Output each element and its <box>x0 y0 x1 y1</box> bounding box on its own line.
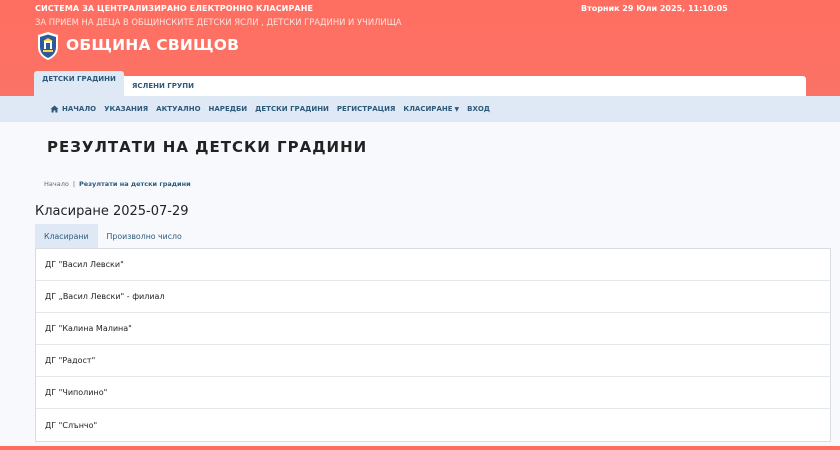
system-title: СИСТЕМА ЗА ЦЕНТРАЛИЗИРАНО ЕЛЕКТРОННО КЛА… <box>35 4 314 13</box>
nav-home-label: НАЧАЛО <box>62 105 97 113</box>
main-content: РЕЗУЛТАТИ НА ДЕТСКИ ГРАДИНИ Начало | Рез… <box>0 122 840 450</box>
home-icon <box>50 105 59 113</box>
kindergarten-item[interactable]: ДГ "Радост" <box>36 345 830 377</box>
nav-login[interactable]: ВХОД <box>467 105 490 113</box>
kindergarten-item[interactable]: ДГ "Чиполино" <box>36 377 830 409</box>
municipality-name[interactable]: ОБЩИНА СВИЩОВ <box>66 36 239 54</box>
main-navigation: НАЧАЛО УКАЗАНИЯ АКТУАЛНО НАРЕДБИ ДЕТСКИ … <box>0 96 840 122</box>
footer-accent-strip <box>0 446 840 450</box>
ranking-title: Класиране 2025-07-29 <box>35 204 189 219</box>
nav-home[interactable]: НАЧАЛО <box>50 105 96 113</box>
ranking-tabs: Класирани Произволно число <box>35 224 191 248</box>
site-header: СИСТЕМА ЗА ЦЕНТРАЛИЗИРАНО ЕЛЕКТРОННО КЛА… <box>0 0 840 96</box>
nav-news[interactable]: АКТУАЛНО <box>156 105 200 113</box>
tab-ranked[interactable]: Класирани <box>35 224 98 248</box>
current-datetime: Вторник 29 Юли 2025, 11:10:05 <box>581 4 728 13</box>
nav-instructions[interactable]: УКАЗАНИЯ <box>104 105 148 113</box>
page-title: РЕЗУЛТАТИ НА ДЕТСКИ ГРАДИНИ <box>47 138 368 156</box>
nav-kindergartens[interactable]: ДЕТСКИ ГРАДИНИ <box>255 105 329 113</box>
breadcrumb: Начало | Резултати на детски градини <box>44 180 191 188</box>
tab-kindergartens[interactable]: ДЕТСКИ ГРАДИНИ <box>34 71 124 96</box>
kindergarten-item[interactable]: ДГ "Слънчо" <box>36 409 830 441</box>
tab-random-number[interactable]: Произволно число <box>98 224 191 248</box>
breadcrumb-separator: | <box>72 180 76 188</box>
kindergarten-list: ДГ "Васил Левски" ДГ „Васил Левски" - фи… <box>35 248 831 442</box>
breadcrumb-home[interactable]: Начало <box>44 180 69 188</box>
kindergarten-item[interactable]: ДГ "Калина Малина" <box>36 313 830 345</box>
kindergarten-item[interactable]: ДГ "Васил Левски" <box>36 249 830 281</box>
nav-registration[interactable]: РЕГИСТРАЦИЯ <box>337 105 395 113</box>
tab-nursery-groups[interactable]: ЯСЛЕНИ ГРУПИ <box>122 76 204 96</box>
municipality-crest-icon[interactable] <box>36 32 60 60</box>
section-tabs: ДЕТСКИ ГРАДИНИ ЯСЛЕНИ ГРУПИ <box>34 71 806 96</box>
nav-ranking-dropdown[interactable]: КЛАСИРАНЕ ▼ <box>403 105 459 113</box>
caret-down-icon: ▼ <box>454 105 460 113</box>
breadcrumb-current: Резултати на детски градини <box>79 180 191 188</box>
system-subtitle: ЗА ПРИЕМ НА ДЕЦА В ОБЩИНСКИТЕ ДЕТСКИ ЯСЛ… <box>35 17 402 27</box>
nav-regulations[interactable]: НАРЕДБИ <box>209 105 248 113</box>
nav-ranking-label: КЛАСИРАНЕ <box>403 105 453 113</box>
kindergarten-item[interactable]: ДГ „Васил Левски" - филиал <box>36 281 830 313</box>
